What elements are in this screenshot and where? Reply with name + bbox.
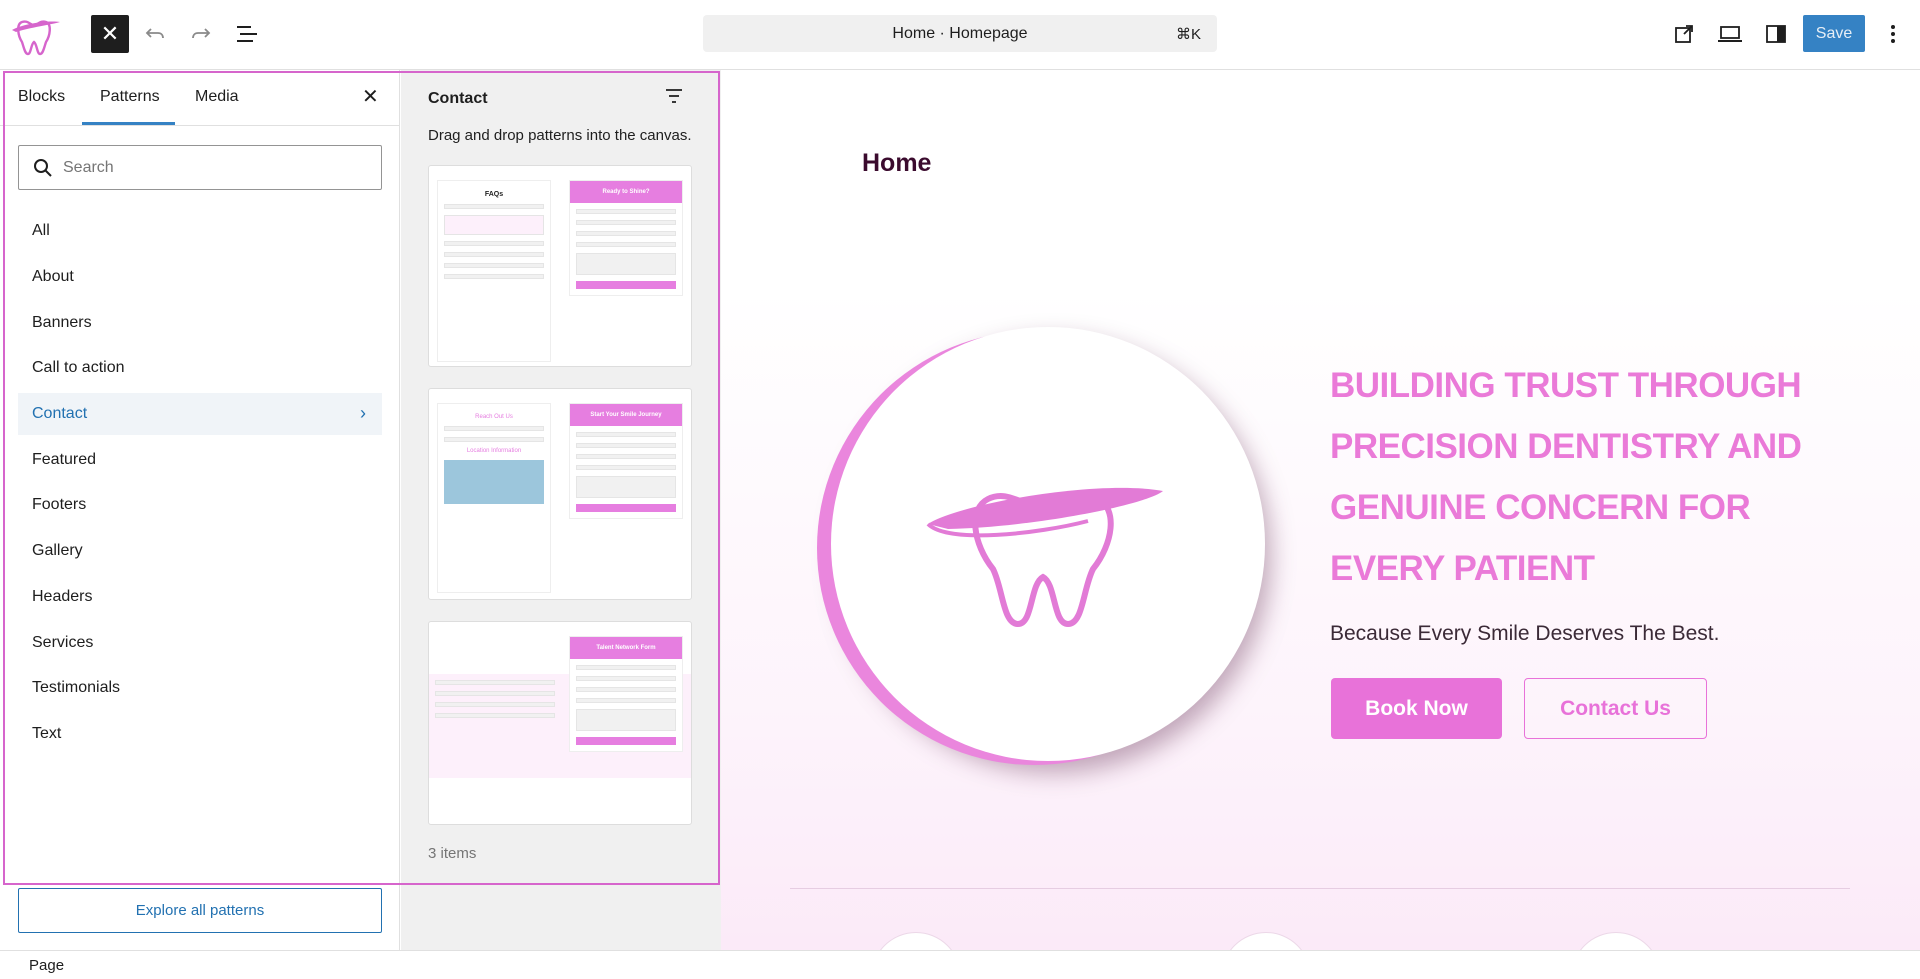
inserter-tabs: Blocks Patterns Media ✕ (0, 70, 400, 126)
tooth-logo-icon[interactable] (8, 10, 64, 58)
close-icon[interactable]: ✕ (91, 15, 129, 53)
category-services[interactable]: Services (18, 622, 382, 664)
patterns-panel: Contact Drag and drop patterns into the … (401, 70, 721, 950)
category-label: Banners (32, 314, 92, 331)
category-label: Text (32, 725, 62, 742)
sidebar-toggle-icon[interactable] (1759, 17, 1793, 51)
map-thumbnail (444, 460, 544, 504)
editor-header: ✕ Home · Homepage ⌘K Save (0, 0, 1920, 70)
tab-patterns[interactable]: Patterns (100, 88, 160, 106)
patterns-hint: Drag and drop patterns into the canvas. (428, 127, 692, 144)
category-label: Headers (32, 588, 93, 605)
category-label: Gallery (32, 542, 83, 559)
tooth-icon (926, 487, 1163, 628)
redo-icon[interactable] (184, 17, 218, 51)
search-placeholder: Search (63, 158, 114, 176)
pattern-preview-form: Start Your Smile Journey (569, 403, 683, 519)
category-gallery[interactable]: Gallery (18, 530, 382, 572)
shortcut-hint: ⌘K (1175, 26, 1201, 43)
pattern-preview-form: Ready to Shine? (569, 180, 683, 296)
block-inserter: Blocks Patterns Media ✕ Search All About… (0, 70, 400, 950)
category-label: Testimonials (32, 679, 121, 696)
form-heading: Start Your Smile Journey (570, 404, 682, 426)
category-footers[interactable]: Footers (18, 484, 382, 526)
category-all[interactable]: All (18, 210, 382, 252)
category-testimonials[interactable]: Testimonials (18, 667, 382, 709)
search-input[interactable]: Search (18, 145, 382, 190)
explore-all-patterns-button[interactable]: Explore all patterns (18, 888, 382, 933)
category-label: Call to action (32, 359, 125, 376)
feature-circle (1221, 932, 1311, 950)
pattern-preview-reach-out: Reach Out Us Location Information (437, 403, 551, 593)
form-heading: Ready to Shine? (570, 181, 682, 203)
block-breadcrumb-bar: Page (0, 950, 1920, 979)
category-label: Contact (32, 405, 88, 422)
breadcrumb[interactable]: Page (29, 957, 64, 974)
tab-media[interactable]: Media (195, 88, 239, 106)
hero-image[interactable] (831, 327, 1265, 761)
pattern-card[interactable]: Reach Out Us Location Information Start … (428, 388, 692, 600)
tab-blocks[interactable]: Blocks (18, 88, 65, 106)
category-featured[interactable]: Featured (18, 439, 382, 481)
contact-us-button[interactable]: Contact Us (1524, 678, 1707, 739)
category-label: Footers (32, 496, 87, 513)
category-label: All (32, 222, 50, 239)
search-icon (34, 158, 52, 177)
editor-canvas[interactable]: Home BUILDING TRUST THROUGH PRECISION DE… (721, 70, 1920, 950)
chevron-right-icon: › (360, 403, 366, 423)
pattern-card[interactable]: Talent Network Form (428, 621, 692, 825)
active-tab-indicator (82, 122, 175, 125)
category-contact[interactable]: Contact › (18, 393, 382, 435)
reach-out-heading: Reach Out Us (475, 414, 513, 420)
location-heading: Location Information (466, 448, 522, 454)
hero-subtitle[interactable]: Because Every Smile Deserves The Best. (1330, 622, 1719, 646)
form-heading: Talent Network Form (570, 637, 682, 659)
category-text[interactable]: Text (18, 713, 382, 755)
patterns-panel-title: Contact (428, 90, 488, 107)
category-label: About (32, 268, 74, 285)
section-divider (790, 888, 1850, 889)
save-button[interactable]: Save (1803, 15, 1865, 52)
feature-circle (871, 932, 961, 950)
category-call-to-action[interactable]: Call to action (18, 347, 382, 389)
laptop-icon[interactable] (1713, 17, 1747, 51)
kebab-menu-icon[interactable] (1876, 17, 1910, 51)
close-inserter-icon[interactable]: ✕ (362, 84, 379, 109)
hero-heading[interactable]: BUILDING TRUST THROUGH PRECISION DENTIST… (1330, 355, 1830, 599)
pattern-preview-form: Talent Network Form (569, 636, 683, 752)
patterns-count: 3 items (428, 845, 477, 862)
command-palette-button[interactable]: Home · Homepage ⌘K (703, 15, 1217, 52)
category-headers[interactable]: Headers (18, 576, 382, 618)
book-now-button[interactable]: Book Now (1331, 678, 1502, 739)
pattern-card[interactable]: FAQs Ready to Shine? (428, 165, 692, 367)
list-view-icon[interactable] (230, 17, 264, 51)
pattern-preview-faq: FAQs (437, 180, 551, 362)
category-banners[interactable]: Banners (18, 302, 382, 344)
faq-heading: FAQs (484, 191, 504, 198)
external-link-icon[interactable] (1667, 17, 1701, 51)
document-title: Home · Homepage (892, 24, 1028, 42)
category-about[interactable]: About (18, 256, 382, 298)
filter-icon[interactable] (665, 88, 683, 109)
undo-icon[interactable] (138, 17, 172, 51)
page-title[interactable]: Home (862, 149, 931, 178)
feature-circle (1571, 932, 1661, 950)
category-label: Services (32, 634, 94, 651)
category-label: Featured (32, 451, 97, 468)
